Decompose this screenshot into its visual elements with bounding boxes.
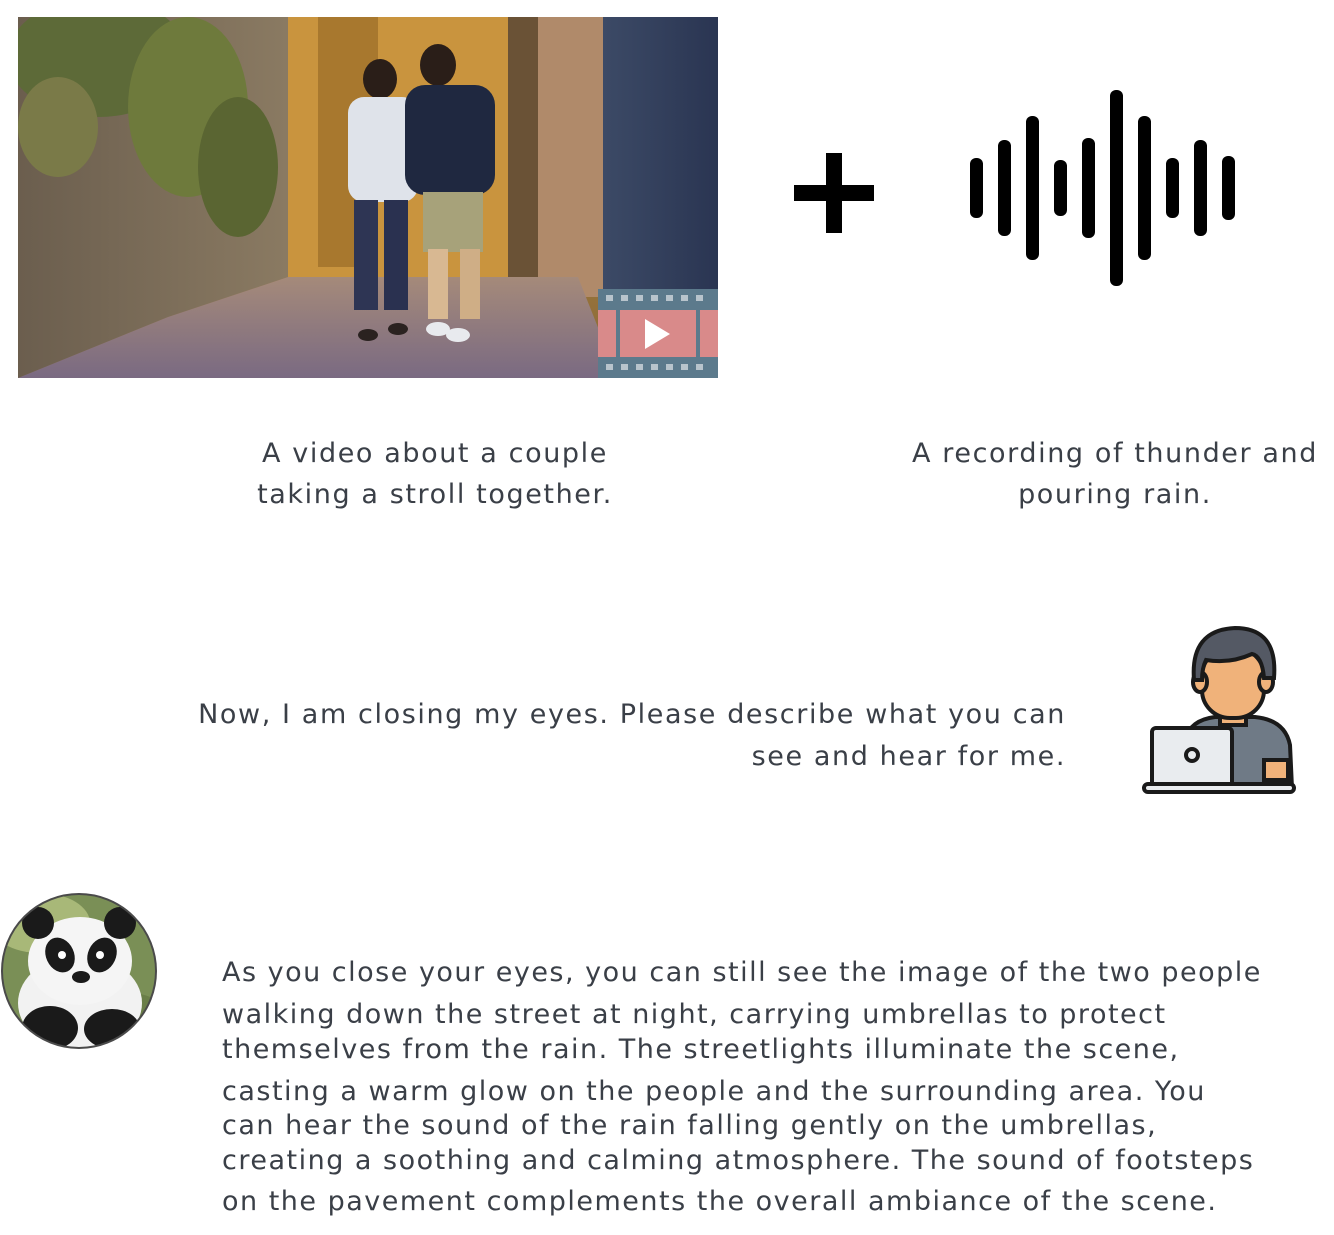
video-thumbnail[interactable] (18, 17, 718, 378)
prompt-line: see and hear for me. (751, 741, 1066, 772)
prompt-line: Now, I am closing my eyes. Please descri… (198, 699, 1066, 730)
response-line: creating a soothing and calming atmosphe… (222, 1145, 1255, 1176)
video-scene (18, 17, 718, 378)
video-caption: A video about a couple taking a stroll t… (200, 433, 670, 515)
plus-icon (794, 153, 874, 233)
sound-wave-icon (965, 88, 1240, 288)
audio-caption: A recording of thunder and pouring rain. (900, 433, 1330, 515)
film-play-icon (598, 289, 718, 378)
user-laptop-icon (1140, 620, 1300, 800)
response-line: can hear the sound of the rain falling g… (222, 1110, 1158, 1141)
caption-line: A recording of thunder and (912, 438, 1318, 469)
response-line: on the pavement complements the overall … (222, 1186, 1218, 1217)
panda-avatar-icon (0, 893, 160, 1053)
response-line: walking down the street at night, carryi… (222, 999, 1167, 1030)
response-line: themselves from the rain. The streetligh… (222, 1034, 1180, 1065)
caption-line: A video about a couple (262, 438, 608, 469)
response-line: casting a warm glow on the people and th… (222, 1076, 1206, 1107)
caption-line: taking a stroll together. (257, 479, 613, 510)
caption-line: pouring rain. (1018, 479, 1212, 510)
response-line: As you close your eyes, you can still se… (222, 957, 1262, 988)
user-prompt: Now, I am closing my eyes. Please descri… (150, 694, 1066, 778)
